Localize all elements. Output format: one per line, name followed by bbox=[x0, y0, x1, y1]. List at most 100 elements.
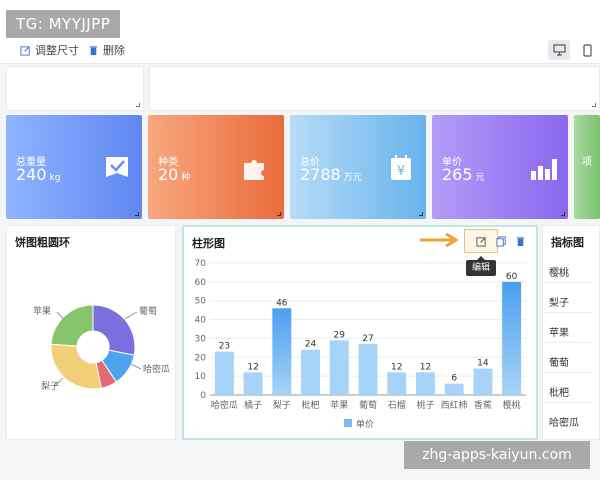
y-tick-label: 10 bbox=[195, 372, 207, 382]
pie-label: 梨子 bbox=[41, 380, 59, 392]
bar[interactable] bbox=[243, 372, 263, 395]
puzzle-icon bbox=[244, 160, 264, 180]
delete-label: 删除 bbox=[103, 44, 125, 57]
stat-card-unit-price[interactable]: 单价 265 元 bbox=[432, 115, 568, 219]
monitor-icon bbox=[552, 44, 566, 56]
bar[interactable] bbox=[272, 308, 292, 395]
indicator-item: 梨子 bbox=[549, 298, 569, 309]
bar-value-label: 27 bbox=[362, 334, 373, 344]
bar-value-label: 14 bbox=[477, 359, 489, 369]
indicator-item: 葡萄 bbox=[549, 358, 569, 369]
trash-icon bbox=[516, 236, 524, 246]
delete-button[interactable]: 删除 bbox=[88, 42, 125, 58]
x-tick-label: 橘子 bbox=[244, 400, 262, 411]
bar-value-label: 24 bbox=[305, 340, 317, 350]
pie-slice[interactable] bbox=[50, 304, 94, 347]
indicator-item: 哈密瓜 bbox=[549, 418, 579, 429]
edit-button[interactable] bbox=[473, 233, 489, 249]
bar[interactable] bbox=[473, 368, 493, 395]
bar-value-label: 60 bbox=[506, 272, 518, 282]
stat-card-total-price[interactable]: 总价 2788 万元 ¥ bbox=[290, 115, 426, 219]
x-tick-label: 西红柿 bbox=[441, 399, 468, 411]
bar[interactable] bbox=[301, 349, 321, 395]
x-tick-label: 桃子 bbox=[416, 399, 434, 411]
stat-card-weight[interactable]: 总重量 240 kg bbox=[6, 115, 142, 219]
x-tick-label: 樱桃 bbox=[503, 399, 521, 411]
trash-icon bbox=[89, 45, 98, 55]
y-tick-label: 20 bbox=[195, 353, 207, 363]
x-tick-label: 枇杷 bbox=[302, 399, 320, 411]
bar[interactable] bbox=[358, 344, 378, 395]
card-label: 项 bbox=[582, 157, 592, 168]
resize-handle[interactable] bbox=[136, 103, 140, 107]
divider bbox=[543, 282, 593, 283]
bar-value-label: 23 bbox=[219, 342, 230, 352]
x-tick-label: 葡萄 bbox=[359, 399, 377, 411]
bar[interactable] bbox=[415, 372, 435, 395]
card-value: 265 元 bbox=[442, 165, 485, 184]
legend-label: 单价 bbox=[356, 418, 374, 430]
pie-chart-panel[interactable]: 饼图粗圆环 苹果 葡萄 哈密瓜 梨子 bbox=[6, 225, 176, 440]
copy-button[interactable] bbox=[493, 233, 509, 249]
copy-icon bbox=[495, 235, 506, 247]
edit-tooltip: 编辑 bbox=[466, 256, 496, 276]
bar[interactable] bbox=[387, 372, 407, 395]
svg-text:¥: ¥ bbox=[397, 164, 405, 179]
indicator-item: 枇杷 bbox=[549, 388, 569, 399]
bar-value-label: 12 bbox=[391, 362, 402, 372]
resize-handle[interactable] bbox=[592, 103, 596, 107]
resize-handle[interactable] bbox=[419, 212, 423, 216]
x-tick-label: 梨子 bbox=[273, 399, 291, 411]
indicator-panel[interactable]: 指标图 樱桃 梨子 苹果 葡萄 枇杷 哈密瓜 bbox=[542, 225, 600, 440]
bar[interactable] bbox=[214, 351, 234, 395]
edit-icon bbox=[475, 236, 486, 247]
card-value: 20 种 bbox=[158, 165, 191, 184]
x-tick-label: 苹果 bbox=[330, 399, 348, 411]
y-tick-label: 40 bbox=[195, 316, 207, 326]
leader-line bbox=[130, 363, 142, 370]
indicator-item: 苹果 bbox=[549, 328, 569, 339]
divider bbox=[543, 402, 593, 403]
resize-handle[interactable] bbox=[561, 212, 565, 216]
card-value: 240 kg bbox=[16, 165, 61, 184]
bar-value-label: 6 bbox=[451, 374, 457, 384]
bar-value-label: 12 bbox=[247, 362, 258, 372]
bar[interactable] bbox=[329, 340, 349, 395]
resize-handle[interactable] bbox=[135, 212, 139, 216]
bar[interactable] bbox=[444, 383, 464, 395]
x-tick-label: 香蕉 bbox=[474, 399, 492, 411]
resize-handle[interactable] bbox=[277, 212, 281, 216]
panel-title: 指标图 bbox=[551, 236, 584, 249]
check-badge-icon bbox=[106, 157, 128, 177]
resize-label: 调整尺寸 bbox=[35, 44, 79, 57]
bar-value-label: 29 bbox=[334, 330, 346, 340]
desktop-view-button[interactable] bbox=[548, 40, 570, 60]
divider bbox=[543, 372, 593, 373]
y-tick-label: 70 bbox=[195, 259, 207, 269]
pie-slice[interactable] bbox=[92, 304, 136, 356]
dashboard-canvas: TG: MYYJJPP 调整尺寸 删除 总重量 240 kg 种类 20 种 总价 bbox=[0, 0, 600, 480]
bar[interactable] bbox=[502, 281, 522, 395]
pie-label: 葡萄 bbox=[139, 305, 157, 317]
indicator-item: 樱桃 bbox=[549, 268, 569, 279]
pie-chart: 苹果 葡萄哈密瓜梨子 bbox=[33, 304, 170, 392]
card-value: 2788 万元 bbox=[300, 165, 362, 184]
y-tick-label: 50 bbox=[195, 297, 207, 307]
mobile-view-button[interactable] bbox=[576, 40, 598, 60]
stat-card-partial[interactable]: 项 bbox=[574, 115, 600, 219]
bar-value-label: 46 bbox=[276, 298, 288, 308]
delete-component-button[interactable] bbox=[512, 233, 528, 249]
x-tick-label: 石榴 bbox=[388, 399, 406, 411]
y-tick-label: 30 bbox=[195, 334, 207, 344]
divider bbox=[543, 342, 593, 343]
edit-icon bbox=[20, 45, 30, 56]
stat-card-kinds[interactable]: 种类 20 种 bbox=[148, 115, 284, 219]
empty-component-2[interactable] bbox=[149, 66, 600, 111]
empty-component-1[interactable] bbox=[6, 66, 144, 111]
legend-swatch bbox=[344, 419, 352, 427]
resize-button[interactable]: 调整尺寸 bbox=[20, 42, 79, 58]
pie-label: 哈密瓜 bbox=[143, 363, 170, 375]
pie-label: 苹果 bbox=[33, 305, 51, 317]
x-tick-label: 哈密瓜 bbox=[211, 399, 238, 411]
bar-value-label: 12 bbox=[420, 362, 431, 372]
